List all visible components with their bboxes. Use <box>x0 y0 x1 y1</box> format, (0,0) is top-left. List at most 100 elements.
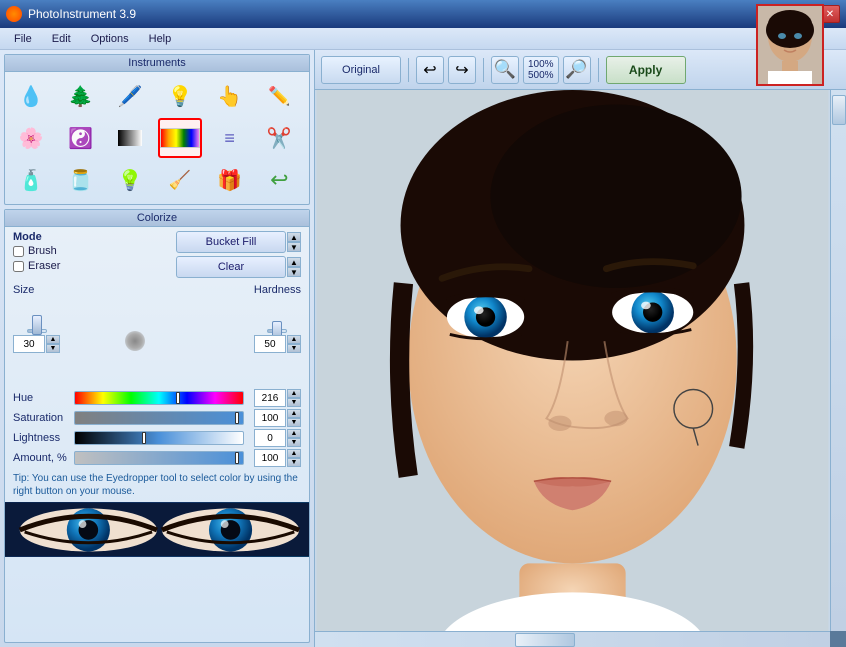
face-area[interactable] <box>315 90 830 631</box>
hardness-value-input[interactable]: 50 <box>254 335 286 353</box>
tool-undo[interactable]: ↩ <box>257 160 301 200</box>
left-panel: Instruments 💧 🌲 🖊️ 💡 👆 ✏️ 🌸 ☯️ ≡ <box>0 50 315 647</box>
zoom-display: 100%500% <box>523 56 559 84</box>
tool-scissors[interactable]: ✂️ <box>257 118 301 158</box>
tool-eraser[interactable]: 🧹 <box>158 160 202 200</box>
clear-scroll-up[interactable]: ▲ <box>287 257 301 267</box>
brush-checkbox[interactable] <box>13 246 24 257</box>
amount-label: Amount, % <box>13 452 68 464</box>
mode-label: Mode <box>13 231 60 243</box>
brush-checkbox-row[interactable]: Brush <box>13 245 60 257</box>
size-value-input[interactable]: 30 <box>13 335 45 353</box>
eye-preview-svg <box>5 502 309 557</box>
tool-rainbow[interactable] <box>158 118 202 158</box>
menu-edit[interactable]: Edit <box>44 31 79 47</box>
app-icon <box>6 6 22 22</box>
lightness-up-arrow[interactable]: ▲ <box>287 429 301 438</box>
lightness-value-input[interactable]: 0 <box>254 429 286 447</box>
undo-button[interactable]: ↩ <box>416 56 444 84</box>
hue-bar[interactable] <box>74 391 244 405</box>
hue-down-arrow[interactable]: ▼ <box>287 398 301 407</box>
right-area: Original ↩ ↪ 🔍 100%500% 🔎 Apply <box>315 50 846 647</box>
bucket-fill-scroll-up[interactable]: ▲ <box>287 232 301 242</box>
hardness-label: Hardness <box>254 284 301 296</box>
tool-lines[interactable]: ≡ <box>208 118 252 158</box>
hue-label: Hue <box>13 392 68 404</box>
hardness-slider[interactable] <box>267 329 287 333</box>
tool-bottle[interactable]: 🫙 <box>59 160 103 200</box>
zoom-out-button[interactable]: 🔎 <box>563 56 591 84</box>
thumbnail-box <box>756 4 824 86</box>
canvas-area <box>315 90 846 647</box>
scroll-thumb-vertical[interactable] <box>832 95 846 125</box>
menu-file[interactable]: File <box>6 31 40 47</box>
amount-down-arrow[interactable]: ▼ <box>287 458 301 467</box>
brush-area: 30 ▲ ▼ 50 <box>13 296 301 386</box>
redo-button[interactable]: ↪ <box>448 56 476 84</box>
divider-2 <box>483 58 484 82</box>
amount-value-input[interactable]: 100 <box>254 449 286 467</box>
tool-drop[interactable]: 💧 <box>9 76 53 116</box>
clear-button[interactable]: Clear <box>176 256 286 278</box>
instruments-grid: 💧 🌲 🖊️ 💡 👆 ✏️ 🌸 ☯️ ≡ ✂️ 🧴 🫙 <box>5 72 309 204</box>
tool-bulb[interactable]: 💡 <box>108 160 152 200</box>
menu-help[interactable]: Help <box>141 31 180 47</box>
amount-row: Amount, % 100 ▲ ▼ <box>5 448 309 468</box>
menu-bar: File Edit Options Help <box>0 28 846 50</box>
apply-button[interactable]: Apply <box>606 56 686 84</box>
amount-up-arrow[interactable]: ▲ <box>287 449 301 458</box>
vertical-scrollbar[interactable] <box>830 90 846 631</box>
scroll-track-horizontal <box>315 632 830 647</box>
lightness-down-arrow[interactable]: ▼ <box>287 438 301 447</box>
original-button[interactable]: Original <box>321 56 401 84</box>
hue-up-arrow[interactable]: ▲ <box>287 389 301 398</box>
hue-value-input[interactable]: 216 <box>254 389 286 407</box>
amount-bar[interactable] <box>74 451 244 465</box>
saturation-up-arrow[interactable]: ▲ <box>287 409 301 418</box>
tool-finger[interactable]: 👆 <box>208 76 252 116</box>
tool-pencil[interactable]: ✏️ <box>257 76 301 116</box>
clear-scroll-down[interactable]: ▼ <box>287 267 301 277</box>
saturation-bar[interactable] <box>74 411 244 425</box>
horizontal-scrollbar[interactable] <box>315 631 830 647</box>
menu-options[interactable]: Options <box>83 31 137 47</box>
bucket-fill-scroll-down[interactable]: ▼ <box>287 242 301 252</box>
tool-gradient[interactable] <box>108 118 152 158</box>
tool-flower[interactable]: 🌸 <box>9 118 53 158</box>
eraser-checkbox-row[interactable]: Eraser <box>13 260 60 272</box>
title-bar: PhotoInstrument 3.9 ─ □ ✕ <box>0 0 846 28</box>
tool-lamp[interactable]: 💡 <box>158 76 202 116</box>
hardness-down-arrow[interactable]: ▼ <box>287 344 301 353</box>
tip-text: Tip: You can use the Eyedropper tool to … <box>13 473 298 497</box>
divider-1 <box>408 58 409 82</box>
instruments-panel: Instruments 💧 🌲 🖊️ 💡 👆 ✏️ 🌸 ☯️ ≡ <box>4 54 310 205</box>
colorize-panel: Colorize Mode Brush Eraser <box>4 209 310 643</box>
tool-yinyang[interactable]: ☯️ <box>59 118 103 158</box>
size-up-arrow[interactable]: ▲ <box>46 335 60 344</box>
size-label: Size <box>13 284 34 296</box>
tool-pen[interactable]: 🖊️ <box>108 76 152 116</box>
lightness-label: Lightness <box>13 432 68 444</box>
hardness-up-arrow[interactable]: ▲ <box>287 335 301 344</box>
top-toolbar: Original ↩ ↪ 🔍 100%500% 🔎 Apply <box>315 50 846 90</box>
lightness-row: Lightness 0 ▲ ▼ <box>5 428 309 448</box>
brush-preview <box>105 311 165 371</box>
thumbnail-svg <box>758 6 822 84</box>
instruments-title: Instruments <box>5 55 309 72</box>
face-canvas-svg <box>315 90 830 631</box>
tool-tree[interactable]: 🌲 <box>59 76 103 116</box>
lightness-bar[interactable] <box>74 431 244 445</box>
size-down-arrow[interactable]: ▼ <box>46 344 60 353</box>
eraser-checkbox[interactable] <box>13 261 24 272</box>
tool-gift[interactable]: 🎁 <box>208 160 252 200</box>
eye-preview <box>5 502 309 557</box>
saturation-down-arrow[interactable]: ▼ <box>287 418 301 427</box>
tool-tube[interactable]: 🧴 <box>9 160 53 200</box>
bucket-fill-button[interactable]: Bucket Fill <box>176 231 286 253</box>
scroll-thumb-horizontal[interactable] <box>515 633 575 647</box>
tip-section: Tip: You can use the Eyedropper tool to … <box>5 468 309 502</box>
zoom-in-button[interactable]: 🔍 <box>491 56 519 84</box>
saturation-value-input[interactable]: 100 <box>254 409 286 427</box>
app-title: PhotoInstrument 3.9 <box>28 7 136 21</box>
size-slider[interactable] <box>27 329 47 333</box>
